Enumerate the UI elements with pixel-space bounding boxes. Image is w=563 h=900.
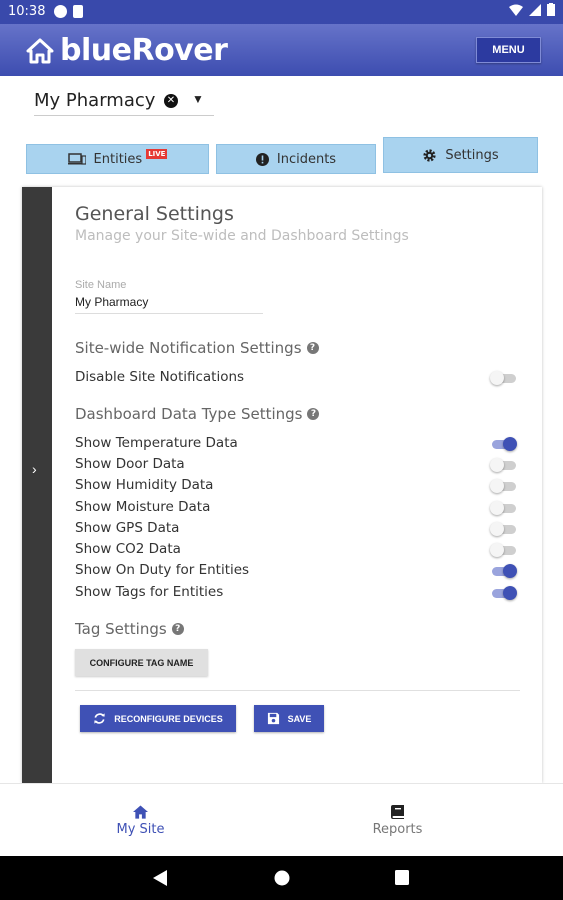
bottom-navigation: My Site Reports: [0, 783, 563, 856]
alert-icon: [255, 152, 269, 166]
brand-name: blueRover: [60, 33, 228, 68]
notification-settings-heading: Site-wide Notification Settings ?: [75, 339, 319, 357]
notification-settings-title: Site-wide Notification Settings: [75, 339, 302, 357]
toggle-row: Show On Duty for Entities: [75, 560, 518, 580]
recents-icon[interactable]: [395, 870, 409, 885]
tab-settings-label: Settings: [445, 147, 499, 163]
side-drawer-toggle[interactable]: ›: [22, 187, 52, 783]
system-navigation-bar: [0, 856, 563, 900]
data-toggle[interactable]: [490, 501, 518, 515]
toggle-label: Show Tags for Entities: [75, 584, 224, 600]
chevron-right-icon: ›: [32, 461, 37, 477]
site-name-input[interactable]: My Pharmacy: [75, 295, 263, 314]
chevron-down-icon[interactable]: ▼: [192, 92, 204, 106]
sim-icon: [73, 5, 83, 18]
nav-my-site-label: My Site: [116, 821, 165, 837]
tag-settings-heading: Tag Settings ?: [75, 620, 184, 638]
brand-logo[interactable]: blueRover: [26, 33, 228, 68]
data-toggle[interactable]: [490, 586, 518, 600]
clear-icon[interactable]: ✕: [164, 94, 178, 108]
toggle-row: Show CO2 Data: [75, 539, 518, 559]
save-label: SAVE: [287, 713, 312, 724]
toggle-row: Disable Site Notifications: [75, 367, 518, 387]
toggle-label: Show GPS Data: [75, 520, 180, 536]
home-icon: [133, 804, 148, 819]
tab-incidents[interactable]: Incidents: [216, 144, 376, 174]
toggle-row: Show GPS Data: [75, 518, 518, 538]
page-subtitle: Manage your Site-wide and Dashboard Sett…: [75, 228, 409, 244]
home-button-icon[interactable]: [274, 870, 290, 886]
data-toggle[interactable]: [490, 543, 518, 557]
gear-icon: [423, 148, 436, 162]
disable-notifications-toggle[interactable]: [490, 371, 518, 385]
book-icon: [391, 804, 404, 819]
divider: [75, 690, 520, 691]
site-selector[interactable]: My Pharmacy ✕ ▼: [34, 86, 214, 116]
site-name-label: Site Name: [75, 279, 127, 291]
help-icon[interactable]: ?: [306, 342, 319, 354]
tag-settings-title: Tag Settings: [75, 620, 167, 638]
help-icon[interactable]: ?: [171, 623, 184, 635]
signal-icon: [529, 3, 541, 16]
toggle-label: Show Temperature Data: [75, 435, 238, 451]
data-toggle[interactable]: [490, 458, 518, 472]
data-toggle[interactable]: [490, 479, 518, 493]
tab-entities[interactable]: Entities LIVE: [26, 144, 209, 174]
app-bar: blueRover MENU: [0, 24, 563, 76]
toggle-row: Show Tags for Entities: [75, 582, 518, 602]
nav-reports[interactable]: Reports: [257, 784, 538, 857]
menu-button[interactable]: MENU: [476, 37, 541, 63]
data-toggle[interactable]: [490, 437, 518, 451]
save-button[interactable]: SAVE: [254, 705, 324, 732]
toggle-label: Show CO2 Data: [75, 541, 181, 557]
data-toggle[interactable]: [490, 564, 518, 578]
nav-reports-label: Reports: [372, 821, 423, 837]
devices-icon: [67, 153, 86, 165]
wifi-icon: [509, 4, 523, 16]
nav-my-site[interactable]: My Site: [0, 784, 281, 857]
page-title: General Settings: [75, 203, 234, 225]
tab-incidents-label: Incidents: [276, 151, 337, 167]
toggle-label: Show Moisture Data: [75, 499, 211, 515]
data-type-title: Dashboard Data Type Settings: [75, 405, 303, 423]
tab-entities-label: Entities: [93, 151, 143, 167]
disable-notifications-label: Disable Site Notifications: [75, 369, 245, 385]
status-time: 10:38: [8, 4, 46, 19]
reconfigure-devices-button[interactable]: RECONFIGURE DEVICES: [80, 705, 236, 732]
notification-icon: [54, 5, 67, 18]
toggle-row: Show Moisture Data: [75, 497, 518, 517]
live-badge: LIVE: [146, 149, 168, 159]
battery-icon: [547, 3, 555, 16]
save-icon: [267, 712, 279, 725]
site-selector-value: My Pharmacy: [34, 90, 156, 111]
reconfigure-devices-label: RECONFIGURE DEVICES: [114, 713, 223, 724]
help-icon[interactable]: ?: [307, 408, 320, 420]
back-icon[interactable]: [153, 870, 167, 886]
toggle-label: Show Humidity Data: [75, 477, 214, 493]
toggle-row: Show Humidity Data: [75, 475, 518, 495]
status-bar: 10:38: [0, 0, 563, 24]
toggle-label: Show On Duty for Entities: [75, 562, 250, 578]
settings-card: › General Settings Manage your Site-wide…: [22, 187, 542, 783]
toggle-label: Show Door Data: [75, 456, 185, 472]
toggle-row: Show Door Data: [75, 454, 518, 474]
toggle-row: Show Temperature Data: [75, 433, 518, 453]
data-type-heading: Dashboard Data Type Settings ?: [75, 405, 320, 423]
sync-icon: [94, 713, 105, 724]
home-logo-icon: [26, 38, 54, 63]
data-toggle[interactable]: [490, 522, 518, 536]
tab-settings[interactable]: Settings: [383, 137, 538, 173]
configure-tag-name-button[interactable]: CONFIGURE TAG NAME: [75, 649, 208, 676]
